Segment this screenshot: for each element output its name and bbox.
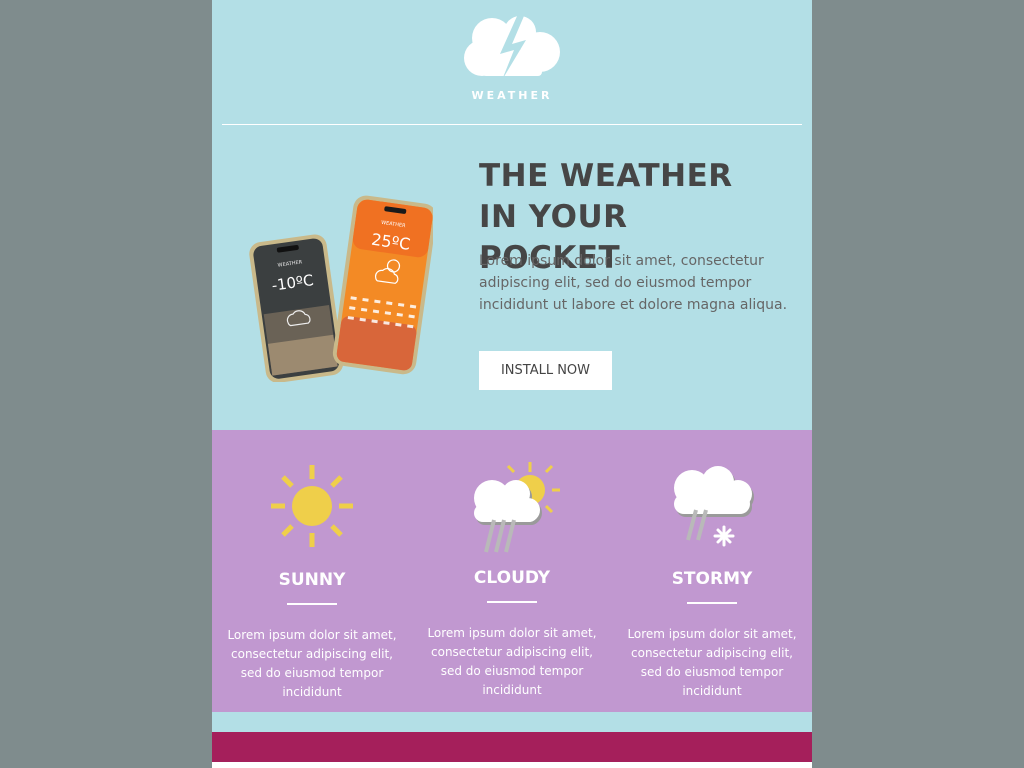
feature-body: Lorem ipsum dolor sit amet, consectetur … [227,628,397,699]
feature-title: CLOUDY [473,568,551,588]
feature-underline [287,603,337,605]
header-divider [222,124,802,125]
footer-bar [212,732,812,762]
feature-title: SUNNY [278,570,346,590]
feature-stormy: STORMY Lorem ipsum dolor sit amet, conse… [612,430,812,712]
feature-body: Lorem ipsum dolor sit amet, consectetur … [427,626,597,697]
cloud-sun-rain-icon [474,462,560,553]
feature-underline [687,602,737,604]
feature-body: Lorem ipsum dolor sit amet, consectetur … [627,627,797,698]
feature-underline [487,601,537,603]
features-section: SUNNY Lorem ipsum dolor sit amet, consec… [212,430,812,712]
logo-text: WEATHER [471,89,553,102]
cloud-rain-snow-icon [674,466,754,547]
feature-cloudy: CLOUDY Lorem ipsum dolor sit amet, conse… [412,430,612,712]
feature-title: STORMY [671,569,753,589]
feature-sunny: SUNNY Lorem ipsum dolor sit amet, consec… [212,430,412,712]
install-now-button[interactable]: INSTALL NOW [479,351,612,390]
phones-image: WEATHER -10ºC WEATHER 25ºC [249,195,433,382]
footer-strip [212,762,812,768]
hero-body: Lorem ipsum dolor sit amet, consectetur … [479,253,788,313]
sun-icon [271,465,353,547]
email-container: WEATHER WEATHER -10ºC WEATHER 25ºC THE W… [212,0,812,768]
header: WEATHER [212,0,812,124]
lightning-cloud-icon[interactable] [462,10,562,82]
